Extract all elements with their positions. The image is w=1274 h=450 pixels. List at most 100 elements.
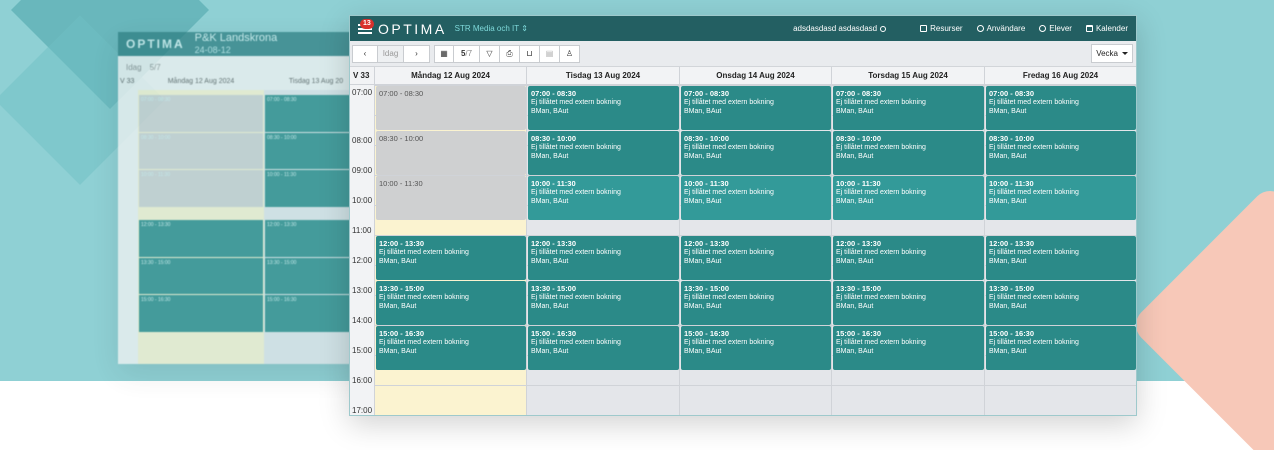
calendar-icon: ▦: [440, 49, 448, 58]
booking-event[interactable]: 13:30 - 15:00 Ej tillåtet med extern bokn…: [681, 281, 831, 325]
user-icon: [976, 25, 984, 32]
event-time: 15:00 - 16:30: [379, 329, 425, 338]
nav-kalender[interactable]: Kalender: [1085, 24, 1128, 33]
event-people: BMan, BAut: [989, 108, 1027, 115]
view-selector[interactable]: Vecka: [1091, 44, 1133, 63]
booking-event[interactable]: 07:00 - 08:30 Ej tillåtet med extern bokn…: [681, 86, 831, 130]
day-header[interactable]: Måndag 12 Aug 2024: [375, 67, 527, 85]
nav-anvandare[interactable]: Användare: [976, 24, 1025, 33]
unavailable-slot[interactable]: 10:00 - 11:30: [376, 176, 526, 220]
booking-event[interactable]: 08:30 - 10:00 Ej tillåtet med extern bokn…: [681, 131, 831, 175]
event-people: BMan, BAut: [989, 153, 1027, 160]
booking-event[interactable]: 10:00 - 11:30 Ej tillåtet med extern bokn…: [986, 176, 1136, 220]
event-description: Ej tillåtet med extern bokning: [836, 339, 926, 346]
event-people: BMan, BAut: [379, 258, 417, 265]
booking-event[interactable]: 12:00 - 13:30 Ej tillåtet med extern bokn…: [528, 236, 679, 280]
event-description: Ej tillåtet med extern bokning: [379, 294, 469, 301]
hour-gridline: [375, 385, 1136, 386]
event-description: Ej tillåtet med extern bokning: [836, 144, 926, 151]
event-people: BMan, BAut: [989, 303, 1027, 310]
booking-event[interactable]: 13:30 - 15:00 Ej tillåtet med extern bokn…: [986, 281, 1136, 325]
booking-event[interactable]: 15:00 - 16:30 Ej tillåtet med extern bokn…: [681, 326, 831, 370]
event-description: Ej tillåtet med extern bokning: [684, 189, 774, 196]
print-button[interactable]: ⎙: [500, 44, 520, 63]
hour-label: 11:00: [352, 226, 372, 235]
next-button[interactable]: ›: [404, 44, 430, 63]
background-window-preview: OPTIMA P&K Landskrona 24-08-12 Idag 5/7 …: [118, 32, 368, 364]
clipboard-icon: ▤: [545, 49, 554, 58]
booking-event[interactable]: 07:00 - 08:30 Ej tillåtet med extern bokn…: [833, 86, 984, 130]
booking-event[interactable]: 12:00 - 13:30 Ej tillåtet med extern bokn…: [986, 236, 1136, 280]
event-description: Ej tillåtet med extern bokning: [531, 249, 621, 256]
event-description: Ej tillåtet med extern bokning: [989, 339, 1079, 346]
filter-button[interactable]: ▽: [480, 44, 500, 63]
booking-event[interactable]: 10:00 - 11:30 Ej tillåtet med extern bokn…: [528, 176, 679, 220]
booking-event[interactable]: 15:00 - 16:30 Ej tillåtet med extern bokn…: [376, 326, 526, 370]
unavailable-slot[interactable]: 08:30 - 10:00: [376, 131, 526, 175]
booking-event[interactable]: 10:00 - 11:30 Ej tillåtet med extern bokn…: [833, 176, 984, 220]
person-button[interactable]: ♙: [560, 44, 580, 63]
event-people: BMan, BAut: [836, 303, 874, 310]
cart-button[interactable]: ⊔: [520, 44, 540, 63]
tools-group: ▦ 5/7 ▽ ⎙ ⊔ ▤ ♙: [434, 44, 580, 63]
booking-event[interactable]: 07:00 - 08:30 Ej tillåtet med extern bokn…: [986, 86, 1136, 130]
booking-event[interactable]: 07:00 - 08:30 Ej tillåtet med extern bokn…: [528, 86, 679, 130]
booking-event[interactable]: 12:00 - 13:30 Ej tillåtet med extern bokn…: [376, 236, 526, 280]
day-header[interactable]: Onsdag 14 Aug 2024: [680, 67, 832, 85]
event-description: Ej tillåtet med extern bokning: [531, 294, 621, 301]
event-people: BMan, BAut: [684, 198, 722, 205]
booking-event[interactable]: 13:30 - 15:00 Ej tillåtet med extern bokn…: [528, 281, 679, 325]
event-description: Ej tillåtet med extern bokning: [684, 294, 774, 301]
ghost-toolbar: Idag 5/7: [126, 62, 161, 72]
event-description: Ej tillåtet med extern bokning: [379, 249, 469, 256]
booking-list-button[interactable]: ▤: [540, 44, 560, 63]
top-navbar: 13 OPTIMA STR Media och IT ⇕ adsdasdasd …: [350, 16, 1136, 41]
day-header[interactable]: Fredag 16 Aug 2024: [985, 67, 1136, 85]
event-time: 12:00 - 13:30: [684, 239, 730, 248]
booking-event[interactable]: 13:30 - 15:00 Ej tillåtet med extern bokn…: [376, 281, 526, 325]
event-time: 13:30 - 15:00: [379, 284, 425, 293]
event-time: 07:00 - 08:30: [989, 89, 1035, 98]
prev-button[interactable]: ‹: [352, 44, 378, 63]
calendar-icon: [1085, 25, 1093, 32]
event-description: Ej tillåtet med extern bokning: [684, 339, 774, 346]
event-description: Ej tillåtet med extern bokning: [836, 249, 926, 256]
event-description: Ej tillåtet med extern bokning: [836, 99, 926, 106]
unavailable-slot[interactable]: 07:00 - 08:30: [376, 86, 526, 130]
booking-event[interactable]: 13:30 - 15:00 Ej tillåtet med extern bokn…: [833, 281, 984, 325]
org-selector[interactable]: STR Media och IT ⇕: [455, 24, 528, 33]
event-people: BMan, BAut: [836, 198, 874, 205]
ghost-grid: 07:00 - 08:30 07:00 - 08:30 08:30 - 10:00 0…: [118, 90, 368, 364]
booking-event[interactable]: 15:00 - 16:30 Ej tillåtet med extern bokn…: [833, 326, 984, 370]
booking-event[interactable]: 15:00 - 16:30 Ej tillåtet med extern bokn…: [528, 326, 679, 370]
day-header[interactable]: Tisdag 13 Aug 2024: [527, 67, 680, 85]
event-time: 13:30 - 15:00: [684, 284, 730, 293]
booking-event[interactable]: 15:00 - 16:30 Ej tillåtet med extern bokn…: [986, 326, 1136, 370]
ghost-event: 12:00 - 13:30: [139, 220, 263, 257]
brand-logo[interactable]: OPTIMA: [378, 21, 447, 37]
calendar-toolbar: ‹ Idag › ▦ 5/7 ▽ ⎙ ⊔ ▤ ♙ Vecka: [350, 41, 1136, 67]
hour-label: 14:00: [352, 316, 373, 325]
event-time: 08:30 - 10:00: [836, 134, 882, 143]
day-header[interactable]: Torsdag 15 Aug 2024: [832, 67, 985, 85]
booking-event[interactable]: 08:30 - 10:00 Ej tillåtet med extern bokn…: [528, 131, 679, 175]
booking-event[interactable]: 08:30 - 10:00 Ej tillåtet med extern bokn…: [833, 131, 984, 175]
date-picker-button[interactable]: ▦: [434, 44, 454, 63]
nav-elever[interactable]: Elever: [1039, 24, 1072, 33]
chevron-left-icon: ‹: [363, 49, 367, 58]
user-search[interactable]: adsdasdasd asdasdasd: [793, 24, 887, 33]
ghost-event: 13:30 - 15:00: [139, 257, 263, 294]
ghost-logo: OPTIMA: [126, 37, 185, 51]
booking-event[interactable]: 12:00 - 13:30 Ej tillåtet med extern bokn…: [681, 236, 831, 280]
nav-resurser[interactable]: Resurser: [920, 24, 963, 33]
event-time: 10:00 - 11:30: [379, 179, 423, 188]
event-time: 07:00 - 08:30: [379, 89, 424, 98]
booking-event[interactable]: 10:00 - 11:30 Ej tillåtet med extern bokn…: [681, 176, 831, 220]
event-time: 10:00 - 11:30: [836, 179, 881, 188]
booking-event[interactable]: 12:00 - 13:30 Ej tillåtet med extern bokn…: [833, 236, 984, 280]
booking-event[interactable]: 08:30 - 10:00 Ej tillåtet med extern bokn…: [986, 131, 1136, 175]
page-indicator[interactable]: 5/7: [454, 44, 480, 63]
today-button[interactable]: Idag: [378, 44, 404, 63]
notification-badge[interactable]: 13: [360, 19, 374, 29]
event-people: BMan, BAut: [684, 348, 722, 355]
